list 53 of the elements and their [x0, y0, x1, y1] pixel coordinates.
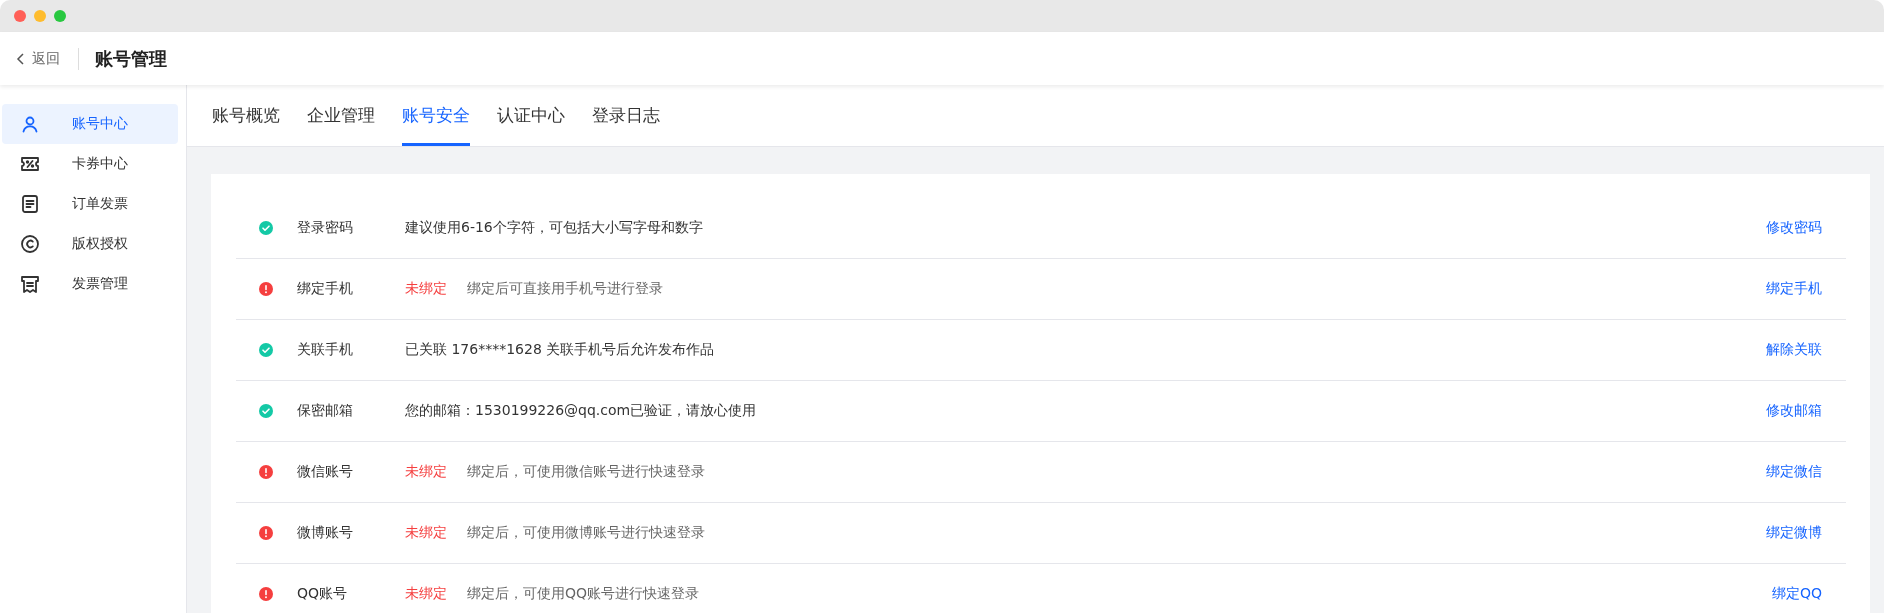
item-description: 绑定后，可使用微博账号进行快速登录 — [467, 524, 705, 540]
status-text: 未绑定 — [405, 463, 447, 481]
status-text: 未绑定 — [405, 585, 447, 603]
warning-icon — [259, 465, 273, 479]
item-label: 登录密码 — [297, 219, 354, 237]
back-button[interactable]: 返回 — [16, 49, 60, 68]
item-label: 绑定手机 — [297, 280, 354, 298]
chevron-left-icon — [16, 52, 26, 65]
status-text: 未绑定 — [405, 524, 447, 542]
user-icon — [20, 114, 40, 134]
warning-icon — [259, 282, 273, 296]
item-description: 已关联 176****1628 关联手机号后允许发布作品 — [405, 341, 715, 357]
item-description: 绑定后可直接用手机号进行登录 — [467, 280, 663, 296]
document-icon — [20, 194, 40, 214]
item-description: 建议使用6-16个字符，可包括大小写字母和数字 — [405, 219, 703, 235]
receipt-icon — [20, 274, 40, 294]
copyright-icon — [20, 234, 40, 254]
sidebar-item[interactable]: 版权授权 — [2, 224, 178, 264]
tab[interactable]: 登录日志 — [592, 85, 660, 146]
item-description: 您的邮箱：1530199226@qq.com已验证，请放心使用 — [405, 402, 757, 418]
warning-icon — [259, 587, 273, 601]
tab[interactable]: 账号安全 — [402, 85, 470, 146]
item-label: QQ账号 — [297, 585, 349, 603]
maximize-button[interactable] — [54, 10, 66, 22]
sidebar-item[interactable]: 卡券中心 — [2, 144, 178, 184]
sidebar-item[interactable]: 订单发票 — [2, 184, 178, 224]
tab[interactable]: 企业管理 — [307, 85, 375, 146]
page-title: 账号管理 — [95, 46, 167, 71]
check-icon — [259, 343, 273, 357]
action-link[interactable]: 绑定微信 — [1766, 463, 1822, 481]
action-link[interactable]: 修改邮箱 — [1766, 402, 1822, 420]
check-icon — [259, 404, 273, 418]
tab[interactable]: 认证中心 — [497, 85, 565, 146]
item-label: 微信账号 — [297, 463, 354, 481]
action-link[interactable]: 绑定微博 — [1766, 524, 1822, 542]
action-link[interactable]: 绑定QQ — [1771, 585, 1822, 603]
minimize-button[interactable] — [34, 10, 46, 22]
warning-icon — [259, 526, 273, 540]
item-description: 绑定后，可使用微信账号进行快速登录 — [467, 463, 705, 479]
item-label: 关联手机 — [297, 341, 354, 359]
sidebar-item[interactable]: 账号中心 — [2, 104, 178, 144]
item-label: 保密邮箱 — [297, 402, 354, 420]
action-link[interactable]: 解除关联 — [1766, 341, 1822, 359]
item-label: 微博账号 — [297, 524, 354, 542]
close-button[interactable] — [14, 10, 26, 22]
status-text: 未绑定 — [405, 280, 447, 298]
item-description: 绑定后，可使用QQ账号进行快速登录 — [467, 585, 700, 601]
tab[interactable]: 账号概览 — [212, 85, 280, 146]
action-link[interactable]: 修改密码 — [1766, 219, 1822, 237]
ticket-icon — [20, 154, 40, 174]
action-link[interactable]: 绑定手机 — [1766, 280, 1822, 298]
sidebar-item[interactable]: 发票管理 — [2, 264, 178, 304]
check-icon — [259, 221, 273, 235]
